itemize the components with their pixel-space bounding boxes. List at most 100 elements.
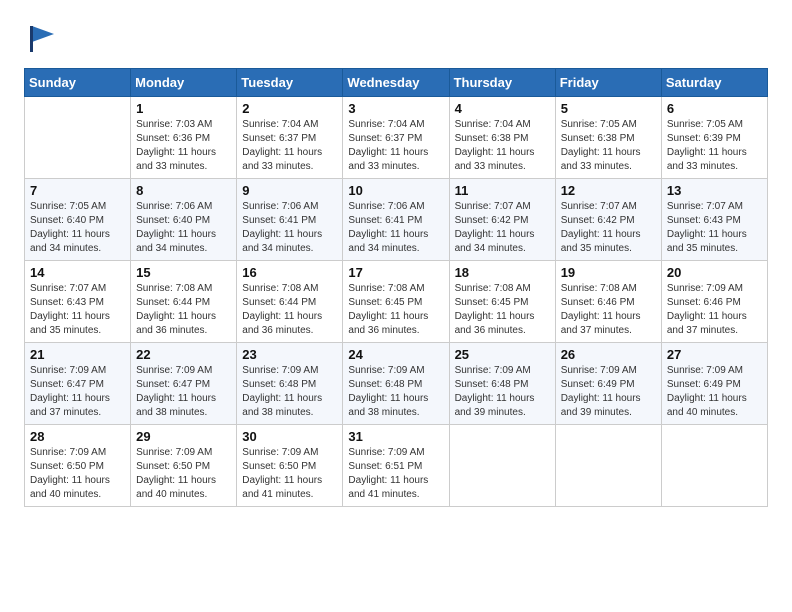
day-number: 19 bbox=[561, 265, 656, 280]
day-number: 22 bbox=[136, 347, 231, 362]
day-info: Sunrise: 7:03 AM Sunset: 6:36 PM Dayligh… bbox=[136, 118, 231, 174]
day-cell: 27 Sunrise: 7:09 AM Sunset: 6:49 PM Dayli… bbox=[661, 343, 767, 425]
day-cell bbox=[25, 97, 131, 179]
day-info: Sunrise: 7:08 AM Sunset: 6:45 PM Dayligh… bbox=[455, 282, 550, 338]
day-number: 26 bbox=[561, 347, 656, 362]
day-info: Sunrise: 7:09 AM Sunset: 6:46 PM Dayligh… bbox=[667, 282, 762, 338]
day-number: 30 bbox=[242, 429, 337, 444]
day-cell: 25Sunrise: 7:09 AM Sunset: 6:48 PM Dayli… bbox=[449, 343, 555, 425]
day-number: 1 bbox=[136, 101, 231, 116]
week-row-0: 1 Sunrise: 7:03 AM Sunset: 6:36 PM Daylig… bbox=[25, 97, 768, 179]
day-cell: 7 Sunrise: 7:05 AM Sunset: 6:40 PM Daylig… bbox=[25, 179, 131, 261]
col-header-monday: Monday bbox=[131, 69, 237, 97]
calendar-table: SundayMondayTuesdayWednesdayThursdayFrid… bbox=[24, 68, 768, 507]
day-cell: 8 Sunrise: 7:06 AM Sunset: 6:40 PM Daylig… bbox=[131, 179, 237, 261]
day-cell: 16 Sunrise: 7:08 AM Sunset: 6:44 PM Dayli… bbox=[237, 261, 343, 343]
day-number: 8 bbox=[136, 183, 231, 198]
day-cell bbox=[449, 425, 555, 507]
day-info: Sunrise: 7:07 AM Sunset: 6:42 PM Dayligh… bbox=[455, 200, 550, 256]
day-info: Sunrise: 7:06 AM Sunset: 6:40 PM Dayligh… bbox=[136, 200, 231, 256]
day-number: 6 bbox=[667, 101, 762, 116]
day-info: Sunrise: 7:09 AM Sunset: 6:47 PM Dayligh… bbox=[136, 364, 231, 420]
day-number: 11 bbox=[455, 183, 550, 198]
day-number: 25 bbox=[455, 347, 550, 362]
day-number: 13 bbox=[667, 183, 762, 198]
day-info: Sunrise: 7:05 AM Sunset: 6:40 PM Dayligh… bbox=[30, 200, 125, 256]
day-number: 5 bbox=[561, 101, 656, 116]
header-row: SundayMondayTuesdayWednesdayThursdayFrid… bbox=[25, 69, 768, 97]
logo-icon bbox=[24, 20, 60, 56]
day-cell: 28 Sunrise: 7:09 AM Sunset: 6:50 PM Dayli… bbox=[25, 425, 131, 507]
day-number: 23 bbox=[242, 347, 337, 362]
col-header-tuesday: Tuesday bbox=[237, 69, 343, 97]
day-number: 12 bbox=[561, 183, 656, 198]
day-info: Sunrise: 7:09 AM Sunset: 6:48 PM Dayligh… bbox=[348, 364, 443, 420]
day-cell: 11 Sunrise: 7:07 AM Sunset: 6:42 PM Dayli… bbox=[449, 179, 555, 261]
day-info: Sunrise: 7:06 AM Sunset: 6:41 PM Dayligh… bbox=[242, 200, 337, 256]
day-number: 9 bbox=[242, 183, 337, 198]
day-cell: 6 Sunrise: 7:05 AM Sunset: 6:39 PM Daylig… bbox=[661, 97, 767, 179]
day-info: Sunrise: 7:09 AM Sunset: 6:49 PM Dayligh… bbox=[667, 364, 762, 420]
day-info: Sunrise: 7:07 AM Sunset: 6:42 PM Dayligh… bbox=[561, 200, 656, 256]
day-cell: 31Sunrise: 7:09 AM Sunset: 6:51 PM Dayli… bbox=[343, 425, 449, 507]
day-info: Sunrise: 7:05 AM Sunset: 6:39 PM Dayligh… bbox=[667, 118, 762, 174]
logo bbox=[24, 20, 64, 56]
day-cell bbox=[555, 425, 661, 507]
day-info: Sunrise: 7:09 AM Sunset: 6:47 PM Dayligh… bbox=[30, 364, 125, 420]
day-cell: 20 Sunrise: 7:09 AM Sunset: 6:46 PM Dayli… bbox=[661, 261, 767, 343]
day-number: 27 bbox=[667, 347, 762, 362]
day-number: 18 bbox=[455, 265, 550, 280]
day-cell: 3 Sunrise: 7:04 AM Sunset: 6:37 PM Daylig… bbox=[343, 97, 449, 179]
day-info: Sunrise: 7:04 AM Sunset: 6:38 PM Dayligh… bbox=[455, 118, 550, 174]
col-header-wednesday: Wednesday bbox=[343, 69, 449, 97]
day-cell: 12 Sunrise: 7:07 AM Sunset: 6:42 PM Dayli… bbox=[555, 179, 661, 261]
day-cell: 18 Sunrise: 7:08 AM Sunset: 6:45 PM Dayli… bbox=[449, 261, 555, 343]
day-number: 15 bbox=[136, 265, 231, 280]
col-header-thursday: Thursday bbox=[449, 69, 555, 97]
day-cell: 13 Sunrise: 7:07 AM Sunset: 6:43 PM Dayli… bbox=[661, 179, 767, 261]
day-cell: 5 Sunrise: 7:05 AM Sunset: 6:38 PM Daylig… bbox=[555, 97, 661, 179]
day-info: Sunrise: 7:07 AM Sunset: 6:43 PM Dayligh… bbox=[667, 200, 762, 256]
day-cell: 17Sunrise: 7:08 AM Sunset: 6:45 PM Dayli… bbox=[343, 261, 449, 343]
day-cell: 23Sunrise: 7:09 AM Sunset: 6:48 PM Dayli… bbox=[237, 343, 343, 425]
day-cell: 4 Sunrise: 7:04 AM Sunset: 6:38 PM Daylig… bbox=[449, 97, 555, 179]
day-number: 28 bbox=[30, 429, 125, 444]
day-cell: 14Sunrise: 7:07 AM Sunset: 6:43 PM Dayli… bbox=[25, 261, 131, 343]
day-info: Sunrise: 7:08 AM Sunset: 6:44 PM Dayligh… bbox=[242, 282, 337, 338]
day-cell: 24 Sunrise: 7:09 AM Sunset: 6:48 PM Dayli… bbox=[343, 343, 449, 425]
week-row-4: 28 Sunrise: 7:09 AM Sunset: 6:50 PM Dayli… bbox=[25, 425, 768, 507]
day-number: 20 bbox=[667, 265, 762, 280]
day-number: 10 bbox=[348, 183, 443, 198]
day-number: 16 bbox=[242, 265, 337, 280]
day-cell: 10Sunrise: 7:06 AM Sunset: 6:41 PM Dayli… bbox=[343, 179, 449, 261]
day-info: Sunrise: 7:08 AM Sunset: 6:44 PM Dayligh… bbox=[136, 282, 231, 338]
day-number: 7 bbox=[30, 183, 125, 198]
week-row-3: 21Sunrise: 7:09 AM Sunset: 6:47 PM Dayli… bbox=[25, 343, 768, 425]
day-number: 2 bbox=[242, 101, 337, 116]
week-row-2: 14Sunrise: 7:07 AM Sunset: 6:43 PM Dayli… bbox=[25, 261, 768, 343]
day-cell bbox=[661, 425, 767, 507]
day-cell: 1 Sunrise: 7:03 AM Sunset: 6:36 PM Daylig… bbox=[131, 97, 237, 179]
day-info: Sunrise: 7:04 AM Sunset: 6:37 PM Dayligh… bbox=[242, 118, 337, 174]
week-row-1: 7 Sunrise: 7:05 AM Sunset: 6:40 PM Daylig… bbox=[25, 179, 768, 261]
day-info: Sunrise: 7:09 AM Sunset: 6:49 PM Dayligh… bbox=[561, 364, 656, 420]
col-header-friday: Friday bbox=[555, 69, 661, 97]
day-cell: 2 Sunrise: 7:04 AM Sunset: 6:37 PM Daylig… bbox=[237, 97, 343, 179]
day-info: Sunrise: 7:09 AM Sunset: 6:51 PM Dayligh… bbox=[348, 446, 443, 502]
day-info: Sunrise: 7:09 AM Sunset: 6:50 PM Dayligh… bbox=[30, 446, 125, 502]
day-cell: 9 Sunrise: 7:06 AM Sunset: 6:41 PM Daylig… bbox=[237, 179, 343, 261]
day-number: 14 bbox=[30, 265, 125, 280]
day-number: 3 bbox=[348, 101, 443, 116]
day-number: 17 bbox=[348, 265, 443, 280]
day-info: Sunrise: 7:09 AM Sunset: 6:50 PM Dayligh… bbox=[136, 446, 231, 502]
day-number: 4 bbox=[455, 101, 550, 116]
day-info: Sunrise: 7:09 AM Sunset: 6:50 PM Dayligh… bbox=[242, 446, 337, 502]
day-cell: 21Sunrise: 7:09 AM Sunset: 6:47 PM Dayli… bbox=[25, 343, 131, 425]
day-cell: 19Sunrise: 7:08 AM Sunset: 6:46 PM Dayli… bbox=[555, 261, 661, 343]
day-cell: 15 Sunrise: 7:08 AM Sunset: 6:44 PM Dayli… bbox=[131, 261, 237, 343]
day-info: Sunrise: 7:05 AM Sunset: 6:38 PM Dayligh… bbox=[561, 118, 656, 174]
day-cell: 30 Sunrise: 7:09 AM Sunset: 6:50 PM Dayli… bbox=[237, 425, 343, 507]
day-info: Sunrise: 7:04 AM Sunset: 6:37 PM Dayligh… bbox=[348, 118, 443, 174]
day-number: 24 bbox=[348, 347, 443, 362]
header bbox=[24, 20, 768, 56]
